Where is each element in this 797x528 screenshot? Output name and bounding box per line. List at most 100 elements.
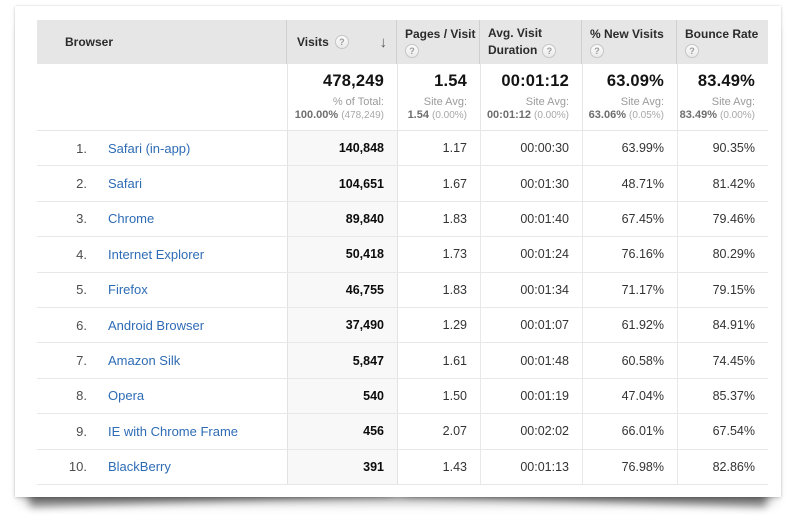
summary-bounce-sub-label: Site Avg: <box>712 96 755 109</box>
table-row: 10. BlackBerry 391 1.43 00:01:13 76.98% … <box>37 450 768 485</box>
browser-cell: 10. BlackBerry <box>37 450 287 484</box>
summary-duration-sub-paren: (0.00%) <box>534 110 569 121</box>
help-icon[interactable]: ? <box>590 44 604 58</box>
avg-visit-duration-cell: 00:01:19 <box>480 379 582 413</box>
visits-cell: 5,847 <box>287 343 397 377</box>
pct-new-visits-cell: 67.45% <box>582 202 677 236</box>
visits-cell: 140,848 <box>287 131 397 165</box>
pct-new-visits-cell: 48.71% <box>582 166 677 200</box>
bounce-rate-cell: 82.86% <box>677 450 768 484</box>
summary-visits-sub-value: 100.00% <box>295 109 338 121</box>
summary-pct-new-visits-cell: 63.09% Site Avg: 63.06%(0.05%) <box>582 64 677 130</box>
bounce-rate-cell: 90.35% <box>677 131 768 165</box>
summary-row: 478,249 % of Total: 100.00%(478,249) 1.5… <box>37 64 768 131</box>
column-header-visits[interactable]: Visits ? ↓ <box>287 20 397 64</box>
pages-per-visit-cell: 1.61 <box>397 343 480 377</box>
help-icon[interactable]: ? <box>405 44 419 58</box>
browser-link[interactable]: BlackBerry <box>108 459 171 474</box>
avg-visit-duration-cell: 00:00:30 <box>480 131 582 165</box>
row-rank: 9. <box>59 424 87 439</box>
pct-new-visits-cell: 63.99% <box>582 131 677 165</box>
analytics-table-card: Browser Visits ? ↓ Pages / Visit ? Avg. … <box>15 6 781 497</box>
sort-descending-icon: ↓ <box>380 35 388 50</box>
browser-cell: 8. Opera <box>37 379 287 413</box>
browser-metrics-table: Browser Visits ? ↓ Pages / Visit ? Avg. … <box>37 20 768 485</box>
summary-new-visits-sub-paren: (0.05%) <box>629 110 664 121</box>
column-header-pages-per-visit[interactable]: Pages / Visit ? <box>397 20 480 64</box>
visits-cell: 46,755 <box>287 273 397 307</box>
summary-bounce-rate-cell: 83.49% Site Avg: 83.49%(0.00%) <box>677 64 768 130</box>
column-header-label: Pages / Visit <box>405 27 475 41</box>
avg-visit-duration-cell: 00:01:48 <box>480 343 582 377</box>
browser-link[interactable]: IE with Chrome Frame <box>108 424 238 439</box>
row-rank: 5. <box>59 282 87 297</box>
browser-cell: 6. Android Browser <box>37 308 287 342</box>
pct-new-visits-cell: 47.04% <box>582 379 677 413</box>
table-row: 4. Internet Explorer 50,418 1.73 00:01:2… <box>37 237 768 272</box>
column-header-browser[interactable]: Browser <box>37 20 287 64</box>
avg-visit-duration-cell: 00:01:40 <box>480 202 582 236</box>
browser-link[interactable]: Safari <box>108 176 142 191</box>
browser-cell: 1. Safari (in-app) <box>37 131 287 165</box>
browser-link[interactable]: Chrome <box>108 211 154 226</box>
browser-cell: 2. Safari <box>37 166 287 200</box>
table-row: 6. Android Browser 37,490 1.29 00:01:07 … <box>37 308 768 343</box>
summary-visits-sub-paren: (478,249) <box>341 110 384 121</box>
avg-visit-duration-cell: 00:01:34 <box>480 273 582 307</box>
table-row: 5. Firefox 46,755 1.83 00:01:34 71.17% 7… <box>37 273 768 308</box>
avg-visit-duration-cell: 00:01:24 <box>480 237 582 271</box>
row-rank: 6. <box>59 318 87 333</box>
row-rank: 4. <box>59 247 87 262</box>
bounce-rate-cell: 85.37% <box>677 379 768 413</box>
column-header-pct-new-visits[interactable]: % New Visits ? <box>582 20 677 64</box>
column-header-bounce-rate[interactable]: Bounce Rate ? <box>677 20 768 64</box>
pages-per-visit-cell: 1.43 <box>397 450 480 484</box>
browser-link[interactable]: Internet Explorer <box>108 247 204 262</box>
column-header-label: % New Visits <box>590 27 664 41</box>
bounce-rate-cell: 74.45% <box>677 343 768 377</box>
help-icon[interactable]: ? <box>335 35 349 49</box>
summary-pages-sub-value: 1.54 <box>408 109 429 121</box>
column-header-label: Bounce Rate <box>685 27 758 41</box>
summary-avg-visit-duration-cell: 00:01:12 Site Avg: 00:01:12(0.00%) <box>480 64 582 130</box>
visits-cell: 456 <box>287 414 397 448</box>
summary-bounce-sub-value: 83.49% <box>680 109 717 121</box>
browser-link[interactable]: Safari (in-app) <box>108 141 190 156</box>
table-row: 7. Amazon Silk 5,847 1.61 00:01:48 60.58… <box>37 343 768 378</box>
browser-link[interactable]: Firefox <box>108 282 148 297</box>
table-row: 2. Safari 104,651 1.67 00:01:30 48.71% 8… <box>37 166 768 201</box>
summary-duration-sub-value: 00:01:12 <box>487 109 531 121</box>
summary-new-visits-sub-label: Site Avg: <box>621 96 664 109</box>
browser-link[interactable]: Amazon Silk <box>108 353 180 368</box>
pct-new-visits-cell: 71.17% <box>582 273 677 307</box>
summary-pages-sub-paren: (0.00%) <box>432 110 467 121</box>
bounce-rate-cell: 81.42% <box>677 166 768 200</box>
summary-browser-cell <box>37 64 287 130</box>
summary-new-visits-total: 63.09% <box>607 72 664 91</box>
browser-cell: 7. Amazon Silk <box>37 343 287 377</box>
avg-visit-duration-cell: 00:01:07 <box>480 308 582 342</box>
summary-pages-per-visit-cell: 1.54 Site Avg: 1.54(0.00%) <box>397 64 480 130</box>
browser-cell: 5. Firefox <box>37 273 287 307</box>
summary-bounce-sub-paren: (0.00%) <box>720 110 755 121</box>
pct-new-visits-cell: 61.92% <box>582 308 677 342</box>
help-icon[interactable]: ? <box>685 44 699 58</box>
column-header-avg-visit-duration[interactable]: Avg. Visit Duration? <box>480 20 582 64</box>
summary-pages-total: 1.54 <box>434 72 467 91</box>
visits-cell: 37,490 <box>287 308 397 342</box>
row-rank: 3. <box>59 211 87 226</box>
pages-per-visit-cell: 1.50 <box>397 379 480 413</box>
browser-link[interactable]: Opera <box>108 388 144 403</box>
browser-cell: 9. IE with Chrome Frame <box>37 414 287 448</box>
visits-cell: 540 <box>287 379 397 413</box>
browser-link[interactable]: Android Browser <box>108 318 204 333</box>
browser-cell: 4. Internet Explorer <box>37 237 287 271</box>
summary-new-visits-sub-value: 63.06% <box>589 109 626 121</box>
table-row: 8. Opera 540 1.50 00:01:19 47.04% 85.37% <box>37 379 768 414</box>
bounce-rate-cell: 80.29% <box>677 237 768 271</box>
help-icon[interactable]: ? <box>542 44 556 58</box>
table-row: 9. IE with Chrome Frame 456 2.07 00:02:0… <box>37 414 768 449</box>
row-rank: 8. <box>59 388 87 403</box>
pct-new-visits-cell: 76.98% <box>582 450 677 484</box>
table-header: Browser Visits ? ↓ Pages / Visit ? Avg. … <box>37 20 768 64</box>
